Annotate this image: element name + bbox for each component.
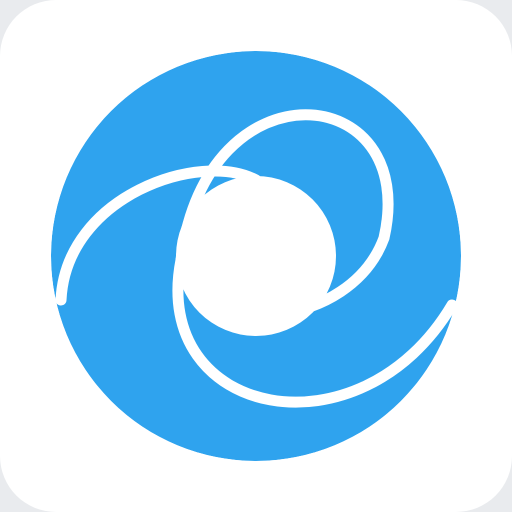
swirl-ring-logo-icon bbox=[51, 51, 461, 461]
app-icon-tile[interactable] bbox=[0, 0, 512, 512]
